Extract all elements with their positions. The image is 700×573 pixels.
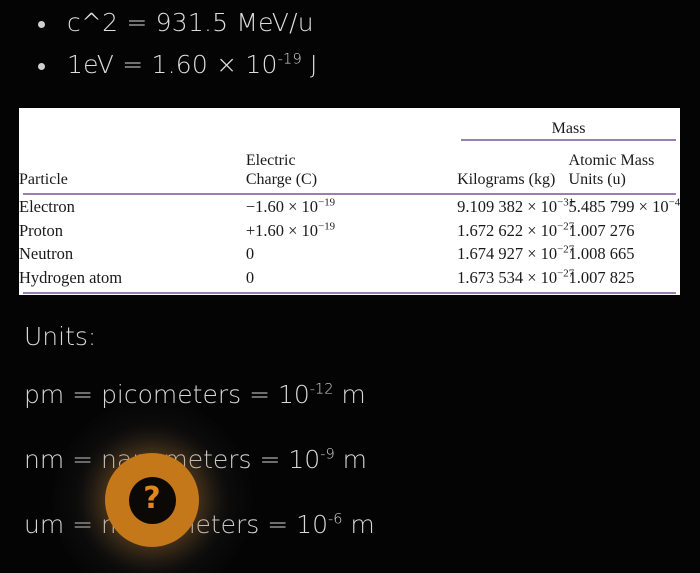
column-header-atomic-mass-units: Atomic Mass Units (u) — [569, 141, 680, 192]
help-icon: ? — [128, 476, 176, 524]
formula-bullet-list: c^2 = 931.5 MeV/u 1eV = 1.60 × 10-19 J — [0, 2, 700, 86]
cell-particle: Electron — [19, 197, 75, 216]
cell-kilograms: 1.673 534 × 10−27 — [457, 266, 574, 290]
cell-exponent: −19 — [318, 220, 336, 232]
particle-properties-table: Mass Particle Electric Charge (C) Kilogr… — [19, 108, 680, 295]
cell-mantissa: 9.109 382 × 10 — [457, 197, 558, 216]
table: Mass Particle Electric Charge (C) Kilogr… — [19, 108, 680, 295]
cell-mantissa: 1.674 927 × 10 — [457, 244, 558, 263]
table-row: Electron −1.60 × 10−19 9.109 382 × 10−31… — [19, 195, 680, 219]
cell-atomic-mass-units: 5.485 799 × 10−4 — [568, 195, 681, 219]
cell-atomic-mass-units: 1.008 665 — [569, 242, 680, 266]
table-row: Neutron 0 1.674 927 × 10−27 1.008 665 — [19, 242, 680, 266]
group-header-mass: Mass — [551, 120, 586, 137]
cell-mantissa: 0 — [245, 267, 255, 287]
bullet-dot-icon — [38, 21, 45, 28]
table-header-row: Particle Electric Charge (C) Kilograms (… — [19, 141, 680, 192]
spacer-cell — [246, 108, 457, 138]
column-header-line1: Electric — [245, 152, 296, 169]
table-row: Hydrogen atom 0 1.673 534 × 10−27 1.007 … — [19, 266, 680, 290]
column-header-kilograms: Kilograms (kg) — [457, 141, 568, 192]
column-header-line2: Charge (C) — [245, 171, 318, 188]
column-header-charge: Electric Charge (C) — [246, 141, 457, 192]
bullet-text-suffix: J — [301, 50, 318, 79]
column-header-line2: Units (u) — [568, 171, 626, 188]
bottom-rule-cell — [19, 289, 680, 295]
cell-mantissa: +1.60 × 10 — [245, 220, 319, 240]
column-header-particle: Particle — [19, 141, 246, 192]
unit-line-exponent: -12 — [309, 381, 334, 398]
cell-atomic-mass-units: 1.007 825 — [569, 266, 680, 290]
unit-line-suffix: m — [334, 445, 367, 474]
cell-charge: 0 — [246, 242, 457, 266]
unit-line-suffix: m — [342, 510, 375, 539]
question-mark-icon: ? — [143, 481, 161, 516]
cell-kilograms: 9.109 382 × 10−31 — [457, 195, 574, 219]
bullet-text-prefix: 1eV = 1.60 × 10 — [67, 50, 278, 79]
bottom-rule — [23, 292, 676, 294]
column-header-line2: Kilograms (kg) — [457, 171, 556, 188]
spacer-cell — [19, 108, 246, 138]
list-item: 1eV = 1.60 × 10-19 J — [0, 44, 700, 86]
cell-mantissa: 0 — [245, 244, 255, 263]
unit-line-picometers: pm = picometers = 10-12 m — [24, 362, 664, 427]
cell-particle: Neutron — [19, 244, 74, 263]
column-header-line2: Particle — [19, 171, 68, 188]
cell-mantissa: 1.008 665 — [568, 244, 635, 263]
cell-charge: 0 — [246, 266, 457, 290]
table-bottom-rule-row — [19, 289, 680, 295]
unit-line-exponent: -9 — [320, 446, 335, 463]
table-group-header-row: Mass — [19, 108, 680, 138]
unit-line-prefix: pm = picometers = 10 — [24, 380, 310, 409]
cell-atomic-mass-units: 1.007 276 — [569, 219, 680, 243]
bullet-text: c^2 = 931.5 MeV/u — [67, 8, 314, 37]
bullet-dot-icon — [38, 63, 45, 70]
cell-exponent: −19 — [318, 196, 336, 209]
cell-particle: Hydrogen atom — [19, 267, 123, 287]
cell-mantissa: −1.60 × 10 — [245, 197, 319, 216]
cell-mantissa: 1.007 276 — [568, 220, 635, 240]
slide-canvas: c^2 = 931.5 MeV/u 1eV = 1.60 × 10-19 J M… — [0, 0, 700, 573]
cell-mantissa: 1.673 534 × 10 — [457, 267, 558, 287]
list-item: c^2 = 931.5 MeV/u — [0, 2, 700, 44]
cell-kilograms: 1.672 622 × 10−27 — [457, 219, 574, 243]
help-button[interactable]: ? — [105, 453, 199, 547]
cell-mantissa: 1.672 622 × 10 — [457, 220, 558, 240]
cell-mantissa: 5.485 799 × 10 — [568, 197, 669, 216]
cell-charge: −1.60 × 10−19 — [246, 195, 457, 219]
cell-kilograms: 1.674 927 × 10−27 — [457, 242, 574, 266]
units-title: Units: — [24, 322, 97, 351]
cell-charge: +1.60 × 10−19 — [246, 219, 457, 243]
cell-particle: Proton — [19, 220, 64, 240]
table-row: Proton +1.60 × 10−19 1.672 622 × 10−27 1… — [19, 219, 680, 243]
bullet-text-exponent: -19 — [277, 51, 302, 68]
unit-line-suffix: m — [333, 380, 366, 409]
unit-line-exponent: -6 — [327, 511, 343, 528]
cell-mantissa: 1.007 825 — [568, 267, 635, 287]
cell-exponent: −4 — [668, 196, 681, 209]
column-header-line1: Atomic Mass — [568, 152, 655, 169]
